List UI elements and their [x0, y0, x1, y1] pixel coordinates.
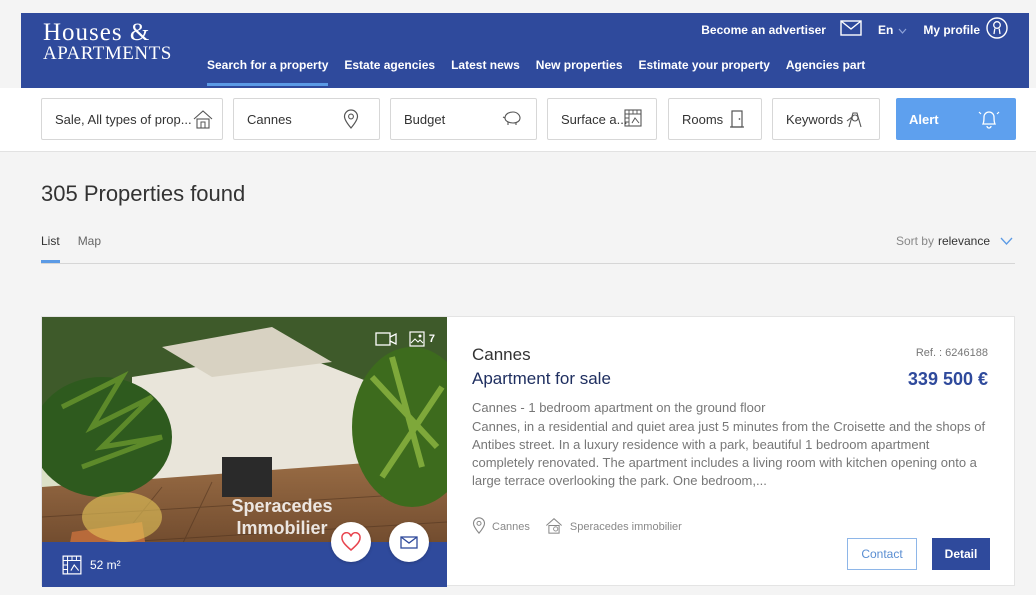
- keywords-label: Keywords: [786, 111, 844, 127]
- become-advertiser-link[interactable]: Become an advertiser: [701, 23, 826, 37]
- door-icon: [729, 109, 749, 129]
- logo-line-1: Houses &: [43, 19, 151, 46]
- photo-watermark-line-1: Speracedes: [231, 496, 332, 516]
- surface-value: 52 m²: [90, 557, 121, 572]
- listing-agency[interactable]: Speracedes immobilier: [570, 521, 682, 533]
- filter-bar: Sale, All types of prop... Cannes Budget…: [0, 88, 1036, 152]
- location-filter[interactable]: Cannes: [233, 98, 380, 140]
- nav-estimate-property[interactable]: Estimate your property: [639, 58, 770, 72]
- message-button[interactable]: [389, 522, 429, 562]
- alert-label: Alert: [909, 111, 939, 127]
- photo-gallery-icon: [409, 331, 425, 347]
- bell-icon: [978, 108, 1000, 133]
- chevron-down-icon: [1000, 234, 1013, 248]
- location-pin-icon: [343, 109, 363, 129]
- tab-list[interactable]: List: [41, 234, 60, 263]
- results-count: 305 Properties found: [41, 181, 246, 206]
- tabs-divider: [41, 263, 1015, 264]
- nav-search-property[interactable]: Search for a property: [207, 58, 329, 86]
- site-header: Houses & APARTMENTS Become an advertiser…: [0, 0, 1036, 88]
- rooms-filter[interactable]: Rooms: [668, 98, 762, 140]
- surface-label: Surface a...: [561, 111, 628, 127]
- keywords-filter[interactable]: Keywords: [772, 98, 880, 140]
- property-type-filter[interactable]: Sale, All types of prop...: [41, 98, 223, 140]
- nav-latest-news[interactable]: Latest news: [451, 58, 520, 72]
- top-bar: Become an advertiser En My profile: [701, 17, 1008, 42]
- budget-filter[interactable]: Budget: [390, 98, 537, 140]
- budget-label: Budget: [404, 111, 446, 127]
- language-selector[interactable]: En: [878, 23, 907, 37]
- listing-price: 339 500 €: [907, 369, 988, 389]
- view-tabs: List Map: [41, 234, 119, 263]
- listing-city: Cannes: [472, 345, 531, 364]
- location-label: Cannes: [247, 111, 292, 127]
- photo-count: 7: [428, 333, 435, 345]
- nav-estate-agencies[interactable]: Estate agencies: [344, 58, 435, 72]
- photo-watermark-line-2: Immobilier: [236, 518, 327, 538]
- listing-photo[interactable]: Speracedes Immobilier 7 52 m²: [42, 317, 447, 587]
- listing-card[interactable]: Speracedes Immobilier 7 52 m² Cannes Apa…: [41, 316, 1015, 587]
- house-icon: [192, 109, 213, 129]
- favorite-button[interactable]: [331, 522, 371, 562]
- rooms-label: Rooms: [682, 111, 724, 127]
- nav-new-properties[interactable]: New properties: [536, 58, 623, 72]
- heart-icon: [340, 532, 362, 552]
- surface-grid-icon: [62, 555, 82, 575]
- media-indicators: 7: [375, 331, 435, 347]
- nav-agencies-part[interactable]: Agencies part: [786, 58, 865, 72]
- main-nav: Search for a property Estate agencies La…: [207, 58, 881, 86]
- listing-description: Cannes, in a residential and quiet area …: [472, 419, 986, 488]
- sort-value: relevance: [937, 234, 990, 248]
- listing-description-title: Cannes - 1 bedroom apartment on the grou…: [472, 400, 766, 415]
- logo-line-2: APARTMENTS: [43, 43, 172, 64]
- alert-button[interactable]: Alert: [896, 98, 1016, 140]
- contact-button[interactable]: Contact: [847, 538, 917, 570]
- property-type-label: Sale, All types of prop...: [55, 111, 192, 127]
- my-profile-link[interactable]: My profile: [923, 23, 980, 37]
- language-label: En: [877, 22, 894, 37]
- mail-icon: [400, 535, 418, 549]
- piggy-bank-icon: [502, 109, 522, 129]
- listing-location: Cannes: [492, 521, 530, 533]
- location-pin-icon: [472, 517, 486, 537]
- video-icon: [375, 332, 397, 346]
- listing-meta: Cannes Speracedes immobilier: [472, 517, 696, 537]
- surface-grid-icon: [624, 109, 644, 129]
- sort-selector[interactable]: Sort by relevance: [896, 234, 1013, 248]
- site-logo[interactable]: Houses & APARTMENTS: [43, 20, 172, 63]
- detail-button[interactable]: Detail: [932, 538, 990, 570]
- surface-bar: 52 m²: [42, 542, 447, 587]
- tab-map[interactable]: Map: [78, 234, 101, 248]
- keywords-icon: [845, 109, 865, 129]
- chevron-down-icon: [898, 23, 907, 37]
- sort-label: Sort by: [895, 234, 934, 248]
- mail-icon[interactable]: [840, 20, 862, 39]
- profile-icon[interactable]: [986, 17, 1008, 42]
- listing-ref: Ref. : 6246188: [915, 347, 988, 359]
- agency-house-icon: [544, 517, 564, 537]
- surface-filter[interactable]: Surface a...: [547, 98, 657, 140]
